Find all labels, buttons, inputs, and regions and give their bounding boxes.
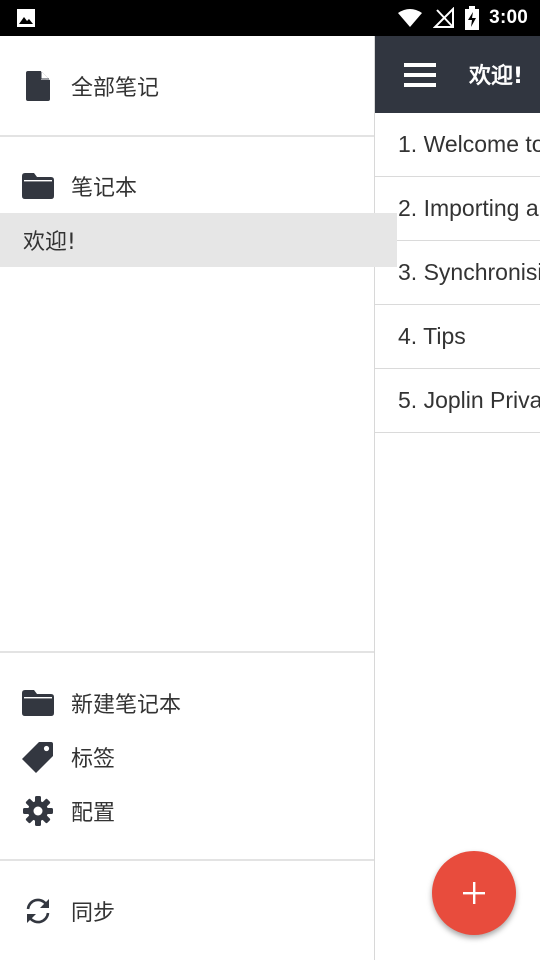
divider bbox=[0, 651, 374, 653]
sync-label: 同步 bbox=[71, 901, 116, 926]
menu-icon[interactable] bbox=[404, 63, 436, 87]
folder-icon bbox=[22, 688, 54, 718]
notebooks-header: 笔记本 bbox=[0, 159, 374, 213]
status-time: 3:00 bbox=[489, 7, 528, 28]
note-list-item[interactable]: 5. Joplin Privacy Policy bbox=[375, 369, 540, 433]
tags-button[interactable]: 标签 bbox=[0, 730, 374, 784]
page-title: 欢迎! bbox=[469, 64, 524, 89]
plus-icon bbox=[463, 882, 485, 904]
divider bbox=[0, 859, 374, 861]
add-note-button[interactable] bbox=[432, 851, 516, 935]
config-label: 配置 bbox=[71, 801, 116, 826]
sync-button[interactable]: 同步 bbox=[0, 884, 374, 938]
folder-icon bbox=[22, 171, 54, 201]
note-list-item[interactable]: 4. Tips bbox=[375, 305, 540, 369]
side-drawer: 全部笔记 笔记本 欢迎! 新建笔记本 标签 配置 同步 bbox=[0, 36, 397, 960]
tags-label: 标签 bbox=[71, 747, 116, 772]
image-icon bbox=[17, 9, 35, 27]
notebook-item-label: 欢迎! bbox=[23, 230, 76, 255]
no-signal-icon bbox=[433, 7, 455, 28]
note-list: 1. Welcome to Joplin! 2. Importing and e… bbox=[375, 113, 540, 433]
status-bar: 3:00 bbox=[0, 0, 540, 36]
all-notes-label: 全部笔记 bbox=[71, 76, 160, 101]
notebook-item[interactable]: 欢迎! bbox=[0, 213, 397, 267]
gear-icon bbox=[22, 796, 54, 826]
main-header: 欢迎! bbox=[375, 36, 540, 113]
note-list-item[interactable]: 3. Synchronising your notes bbox=[375, 241, 540, 305]
sync-icon bbox=[22, 896, 54, 926]
note-list-item[interactable]: 2. Importing and exporting notes bbox=[375, 177, 540, 241]
config-button[interactable]: 配置 bbox=[0, 784, 374, 838]
divider bbox=[0, 135, 374, 137]
note-list-item[interactable]: 1. Welcome to Joplin! bbox=[375, 113, 540, 177]
new-notebook-label: 新建笔记本 bbox=[71, 693, 182, 718]
new-notebook-button[interactable]: 新建笔记本 bbox=[0, 676, 374, 730]
wifi-icon bbox=[398, 9, 423, 27]
notebooks-header-label: 笔记本 bbox=[71, 176, 138, 201]
tag-icon bbox=[22, 742, 54, 773]
all-notes-item[interactable]: 全部笔记 bbox=[0, 59, 374, 113]
note-icon bbox=[22, 71, 54, 101]
battery-charging-icon bbox=[465, 6, 480, 30]
main-panel: 欢迎! 1. Welcome to Joplin! 2. Importing a… bbox=[374, 36, 540, 960]
